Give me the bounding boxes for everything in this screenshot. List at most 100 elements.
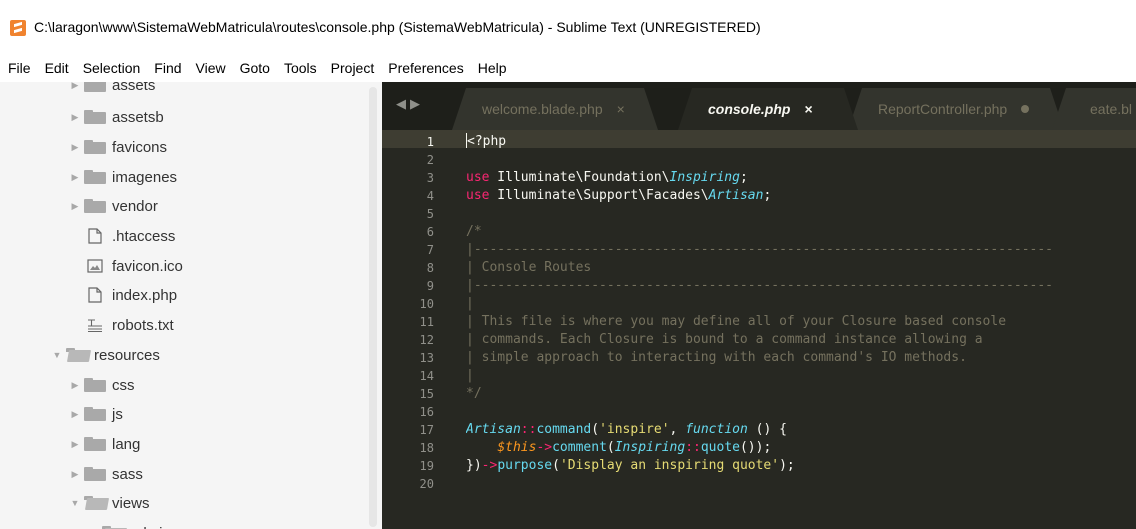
tab-create-blade[interactable]: eate.bl — [1052, 88, 1136, 130]
menu-selection[interactable]: Selection — [77, 54, 149, 82]
code-token: 'Display an inspiring quote' — [559, 458, 780, 473]
sidebar-scrollbar[interactable] — [369, 87, 377, 527]
sidebar-item-sass[interactable]: ▶ sass — [66, 459, 143, 489]
code-line: | commands. Each Closure is bound to a c… — [466, 331, 983, 349]
editor-pane: ◀▶ welcome.blade.php × ReportController.… — [382, 82, 1136, 529]
file-icon — [84, 227, 106, 245]
menu-preferences[interactable]: Preferences — [382, 54, 471, 82]
code-token: | commands. Each Closure is bound to a c… — [466, 332, 983, 347]
menu-tools[interactable]: Tools — [278, 54, 325, 82]
code-line: | This file is where you may define all … — [466, 313, 1006, 331]
window-title: C:\laragon\www\SistemaWebMatricula\route… — [34, 19, 761, 35]
close-icon[interactable]: × — [804, 101, 812, 117]
sidebar-item-imagenes[interactable]: ▶ imagenes — [66, 162, 178, 192]
code-token: |---------------------------------------… — [466, 242, 1053, 257]
sidebar-item-label: lang — [112, 435, 141, 453]
code-line: | — [466, 295, 474, 313]
line-number: 3 — [426, 171, 434, 185]
code-line: $this->comment(Inspiring::quote()); — [466, 439, 771, 457]
sidebar-item-htaccess[interactable]: .htaccess — [84, 221, 175, 251]
code-area[interactable]: <?php use Illuminate\Foundation\Inspiring… — [466, 130, 1136, 529]
code-token: Artisan — [466, 422, 521, 437]
sidebar-item-vendor[interactable]: ▶ vendor — [66, 191, 158, 221]
sidebar-item-index-php[interactable]: index.php — [84, 280, 177, 310]
code-token: -> — [536, 440, 553, 455]
chevron-right-icon[interactable]: ▶ — [66, 370, 84, 400]
code-token: 'inspire' — [599, 422, 670, 437]
sidebar-item-admin[interactable]: ▼ admin — [84, 518, 171, 529]
menu-view[interactable]: View — [190, 54, 234, 82]
folder-icon — [84, 407, 106, 421]
sidebar-item-favicons[interactable]: ▶ favicons — [66, 132, 168, 162]
chevron-right-icon[interactable]: ▶ — [66, 399, 84, 429]
code-token: quote — [700, 440, 740, 455]
code-token: Artisan — [708, 188, 764, 203]
sidebar-item-label: resources — [94, 346, 160, 364]
menu-find[interactable]: Find — [148, 54, 189, 82]
chevron-down-icon[interactable]: ▼ — [84, 518, 102, 529]
line-number: 16 — [419, 405, 434, 419]
folder-icon — [84, 378, 106, 392]
chevron-right-icon[interactable]: ▶ — [66, 82, 84, 100]
menu-file[interactable]: File — [2, 54, 39, 82]
code-line: <?php — [466, 133, 506, 151]
sidebar-item-label: .htaccess — [112, 227, 176, 245]
code-line: /* — [466, 223, 482, 241]
close-icon[interactable]: × — [617, 101, 625, 117]
line-number: 13 — [419, 351, 434, 365]
chevron-right-icon[interactable]: ▶ — [66, 429, 84, 459]
sidebar-item-label: robots.txt — [112, 316, 174, 334]
menu-goto[interactable]: Goto — [234, 54, 278, 82]
line-number: 18 — [419, 441, 434, 455]
tab-welcome-blade[interactable]: welcome.blade.php × — [452, 88, 658, 130]
chevron-right-icon[interactable]: ▶ — [66, 162, 84, 192]
folder-icon — [84, 140, 106, 154]
line-number: 11 — [419, 315, 434, 329]
chevron-right-icon[interactable]: ▶ — [66, 459, 84, 489]
sidebar-item-label: imagenes — [112, 168, 178, 186]
tab-label: welcome.blade.php — [482, 101, 603, 117]
code-token: , — [669, 422, 686, 437]
sidebar-item-views[interactable]: ▼ views — [66, 488, 150, 518]
sidebar-item-assetsb[interactable]: ▶ assetsb — [66, 102, 164, 132]
code-token: Illuminate\Support\Facades\ — [489, 188, 709, 203]
sidebar-item-label: views — [112, 494, 150, 512]
code-line: Artisan::command('inspire', function () … — [466, 421, 787, 439]
sidebar-item-robots-txt[interactable]: robots.txt — [84, 310, 174, 340]
chevron-down-icon[interactable]: ▼ — [66, 488, 84, 518]
sidebar-item-js[interactable]: ▶ js — [66, 399, 123, 429]
sidebar-item-assets[interactable]: ▶ assets — [66, 82, 155, 100]
sidebar-item-lang[interactable]: ▶ lang — [66, 429, 141, 459]
file-icon — [84, 286, 106, 304]
folder-icon — [84, 437, 106, 451]
code-token: Inspiring — [614, 440, 686, 455]
code-token: ()); — [739, 440, 772, 455]
folder-open-icon — [66, 348, 88, 362]
tab-console-php[interactable]: console.php × — [678, 88, 858, 130]
code-line: use Illuminate\Foundation\Inspiring; — [466, 169, 748, 187]
folder-icon — [84, 467, 106, 481]
menu-edit[interactable]: Edit — [39, 54, 77, 82]
chevron-down-icon[interactable]: ▼ — [48, 340, 66, 370]
sidebar-item-resources[interactable]: ▼ resources — [48, 340, 160, 370]
line-number: 1 — [426, 135, 434, 149]
code-token: ( — [591, 422, 600, 437]
tab-report-controller[interactable]: ReportController.php — [848, 88, 1064, 130]
menu-project[interactable]: Project — [325, 54, 383, 82]
code-token: use — [466, 170, 490, 185]
chevron-right-icon[interactable]: ▶ — [66, 132, 84, 162]
sidebar-item-favicon[interactable]: favicon.ico — [84, 251, 183, 281]
tab-label: console.php — [708, 101, 791, 117]
code-token: ( — [606, 440, 615, 455]
code-token: | Console Routes — [466, 260, 592, 275]
code-token: | — [466, 368, 474, 383]
sidebar-item-css[interactable]: ▶ css — [66, 370, 135, 400]
chevron-right-icon[interactable]: ▶ — [66, 191, 84, 221]
menu-help[interactable]: Help — [472, 54, 515, 82]
code-token: :: — [520, 422, 537, 437]
tab-nav-arrows-icon[interactable]: ◀▶ — [396, 96, 424, 112]
chevron-right-icon[interactable]: ▶ — [66, 102, 84, 132]
folder-icon — [84, 170, 106, 184]
line-number: 20 — [419, 477, 434, 491]
